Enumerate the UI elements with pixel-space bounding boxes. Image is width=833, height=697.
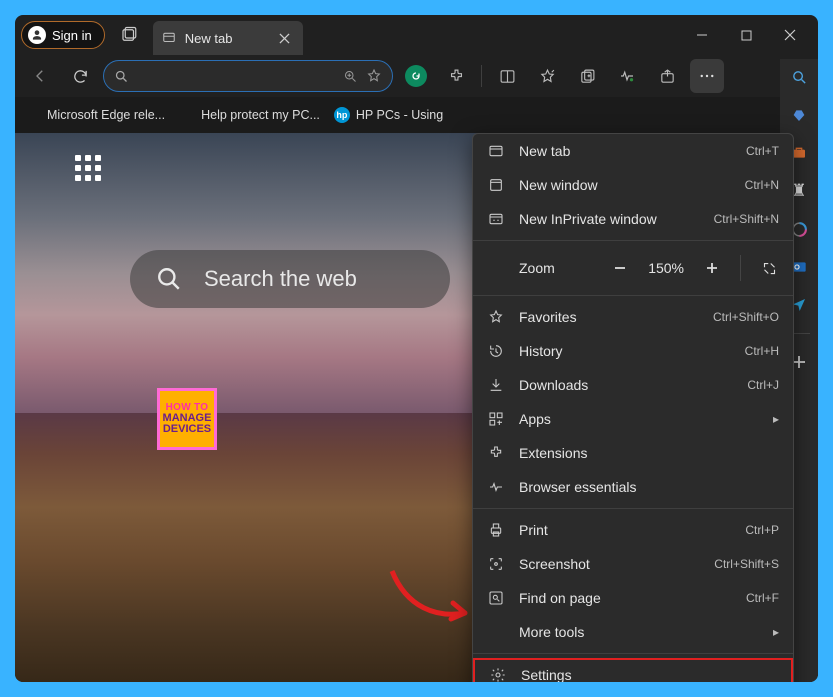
share-icon[interactable] xyxy=(650,59,684,93)
find-icon xyxy=(487,589,505,607)
browser-essentials-icon[interactable] xyxy=(610,59,644,93)
new-window-icon xyxy=(487,176,505,194)
sidebar-shopping-icon[interactable] xyxy=(787,103,811,127)
menu-new-tab[interactable]: New tab Ctrl+T xyxy=(473,134,793,168)
menu-downloads[interactable]: Downloads Ctrl+J xyxy=(473,368,793,402)
tab-close-button[interactable] xyxy=(275,28,295,48)
close-window-button[interactable] xyxy=(768,19,812,51)
menu-zoom: Zoom 150% xyxy=(473,245,793,291)
search-icon xyxy=(114,69,129,84)
menu-history[interactable]: History Ctrl+H xyxy=(473,334,793,368)
callout-arrow-icon xyxy=(387,563,467,623)
menu-browser-essentials[interactable]: Browser essentials xyxy=(473,470,793,504)
new-tab-icon xyxy=(487,142,505,160)
web-search-box[interactable]: Search the web xyxy=(130,250,450,308)
tab-title: New tab xyxy=(185,31,233,46)
fullscreen-button[interactable] xyxy=(759,258,779,278)
menu-new-window[interactable]: New window Ctrl+N xyxy=(473,168,793,202)
menu-extensions[interactable]: Extensions xyxy=(473,436,793,470)
tab-icon xyxy=(161,30,177,46)
favorite-label: Microsoft Edge rele... xyxy=(47,108,165,122)
menu-print[interactable]: Print Ctrl+P xyxy=(473,513,793,547)
browser-tab[interactable]: New tab xyxy=(153,21,303,55)
zoom-indicator-icon[interactable] xyxy=(343,69,358,84)
zoom-value: 150% xyxy=(648,260,684,276)
workspaces-button[interactable] xyxy=(113,19,145,51)
sidebar-search-icon[interactable] xyxy=(787,65,811,89)
page-content: Search the web HOW TO MANAGE DEVICES New… xyxy=(15,133,818,682)
address-bar[interactable] xyxy=(103,60,393,92)
history-icon xyxy=(487,342,505,360)
back-button[interactable] xyxy=(23,59,57,93)
split-screen-icon[interactable] xyxy=(490,59,524,93)
screenshot-icon xyxy=(487,555,505,573)
apps-icon xyxy=(487,410,505,428)
extensions-icon[interactable] xyxy=(439,59,473,93)
microsoft-icon xyxy=(179,107,195,123)
favorite-link[interactable]: Help protect my PC... xyxy=(179,107,320,123)
menu-settings[interactable]: Settings xyxy=(473,658,793,682)
chevron-right-icon: ▸ xyxy=(773,625,779,639)
maximize-button[interactable] xyxy=(724,19,768,51)
favorite-link[interactable]: hp HP PCs - Using xyxy=(334,107,443,123)
sign-in-label: Sign in xyxy=(52,28,92,43)
menu-find[interactable]: Find on page Ctrl+F xyxy=(473,581,793,615)
favorite-label: Help protect my PC... xyxy=(201,108,320,122)
menu-new-inprivate[interactable]: New InPrivate window Ctrl+Shift+N xyxy=(473,202,793,236)
user-icon xyxy=(28,26,46,44)
favorite-label: HP PCs - Using xyxy=(356,108,443,122)
menu-more-tools[interactable]: More tools ▸ xyxy=(473,615,793,649)
print-icon xyxy=(487,521,505,539)
search-placeholder: Search the web xyxy=(204,266,357,292)
page-settings-button[interactable] xyxy=(75,155,101,181)
titlebar: Sign in New tab xyxy=(15,15,818,55)
heartbeat-icon xyxy=(487,478,505,496)
refresh-button[interactable] xyxy=(63,59,97,93)
search-icon xyxy=(156,266,182,292)
menu-screenshot[interactable]: Screenshot Ctrl+Shift+S xyxy=(473,547,793,581)
favorite-link[interactable]: Microsoft Edge rele... xyxy=(25,107,165,123)
more-menu-button[interactable] xyxy=(690,59,724,93)
favorites-bar: Microsoft Edge rele... Help protect my P… xyxy=(15,97,818,133)
zoom-out-button[interactable] xyxy=(610,258,630,278)
quick-link-tile[interactable]: HOW TO MANAGE DEVICES xyxy=(157,388,217,450)
gear-icon xyxy=(489,666,507,682)
zoom-in-button[interactable] xyxy=(702,258,722,278)
hp-icon: hp xyxy=(334,107,350,123)
window-controls xyxy=(680,19,812,51)
toolbar xyxy=(15,55,818,97)
chevron-right-icon: ▸ xyxy=(773,412,779,426)
favorites-icon[interactable] xyxy=(530,59,564,93)
star-icon xyxy=(487,308,505,326)
inprivate-icon xyxy=(487,210,505,228)
download-icon xyxy=(487,376,505,394)
collections-icon[interactable] xyxy=(570,59,604,93)
browser-window: Sign in New tab Micros xyxy=(15,15,818,682)
settings-and-more-menu: New tab Ctrl+T New window Ctrl+N New InP… xyxy=(472,133,794,682)
puzzle-icon xyxy=(487,444,505,462)
grammarly-extension-icon[interactable] xyxy=(399,59,433,93)
menu-favorites[interactable]: Favorites Ctrl+Shift+O xyxy=(473,300,793,334)
menu-apps[interactable]: Apps ▸ xyxy=(473,402,793,436)
favorite-star-icon[interactable] xyxy=(366,68,382,84)
microsoft-icon xyxy=(25,107,41,123)
sign-in-button[interactable]: Sign in xyxy=(21,21,105,49)
minimize-button[interactable] xyxy=(680,19,724,51)
